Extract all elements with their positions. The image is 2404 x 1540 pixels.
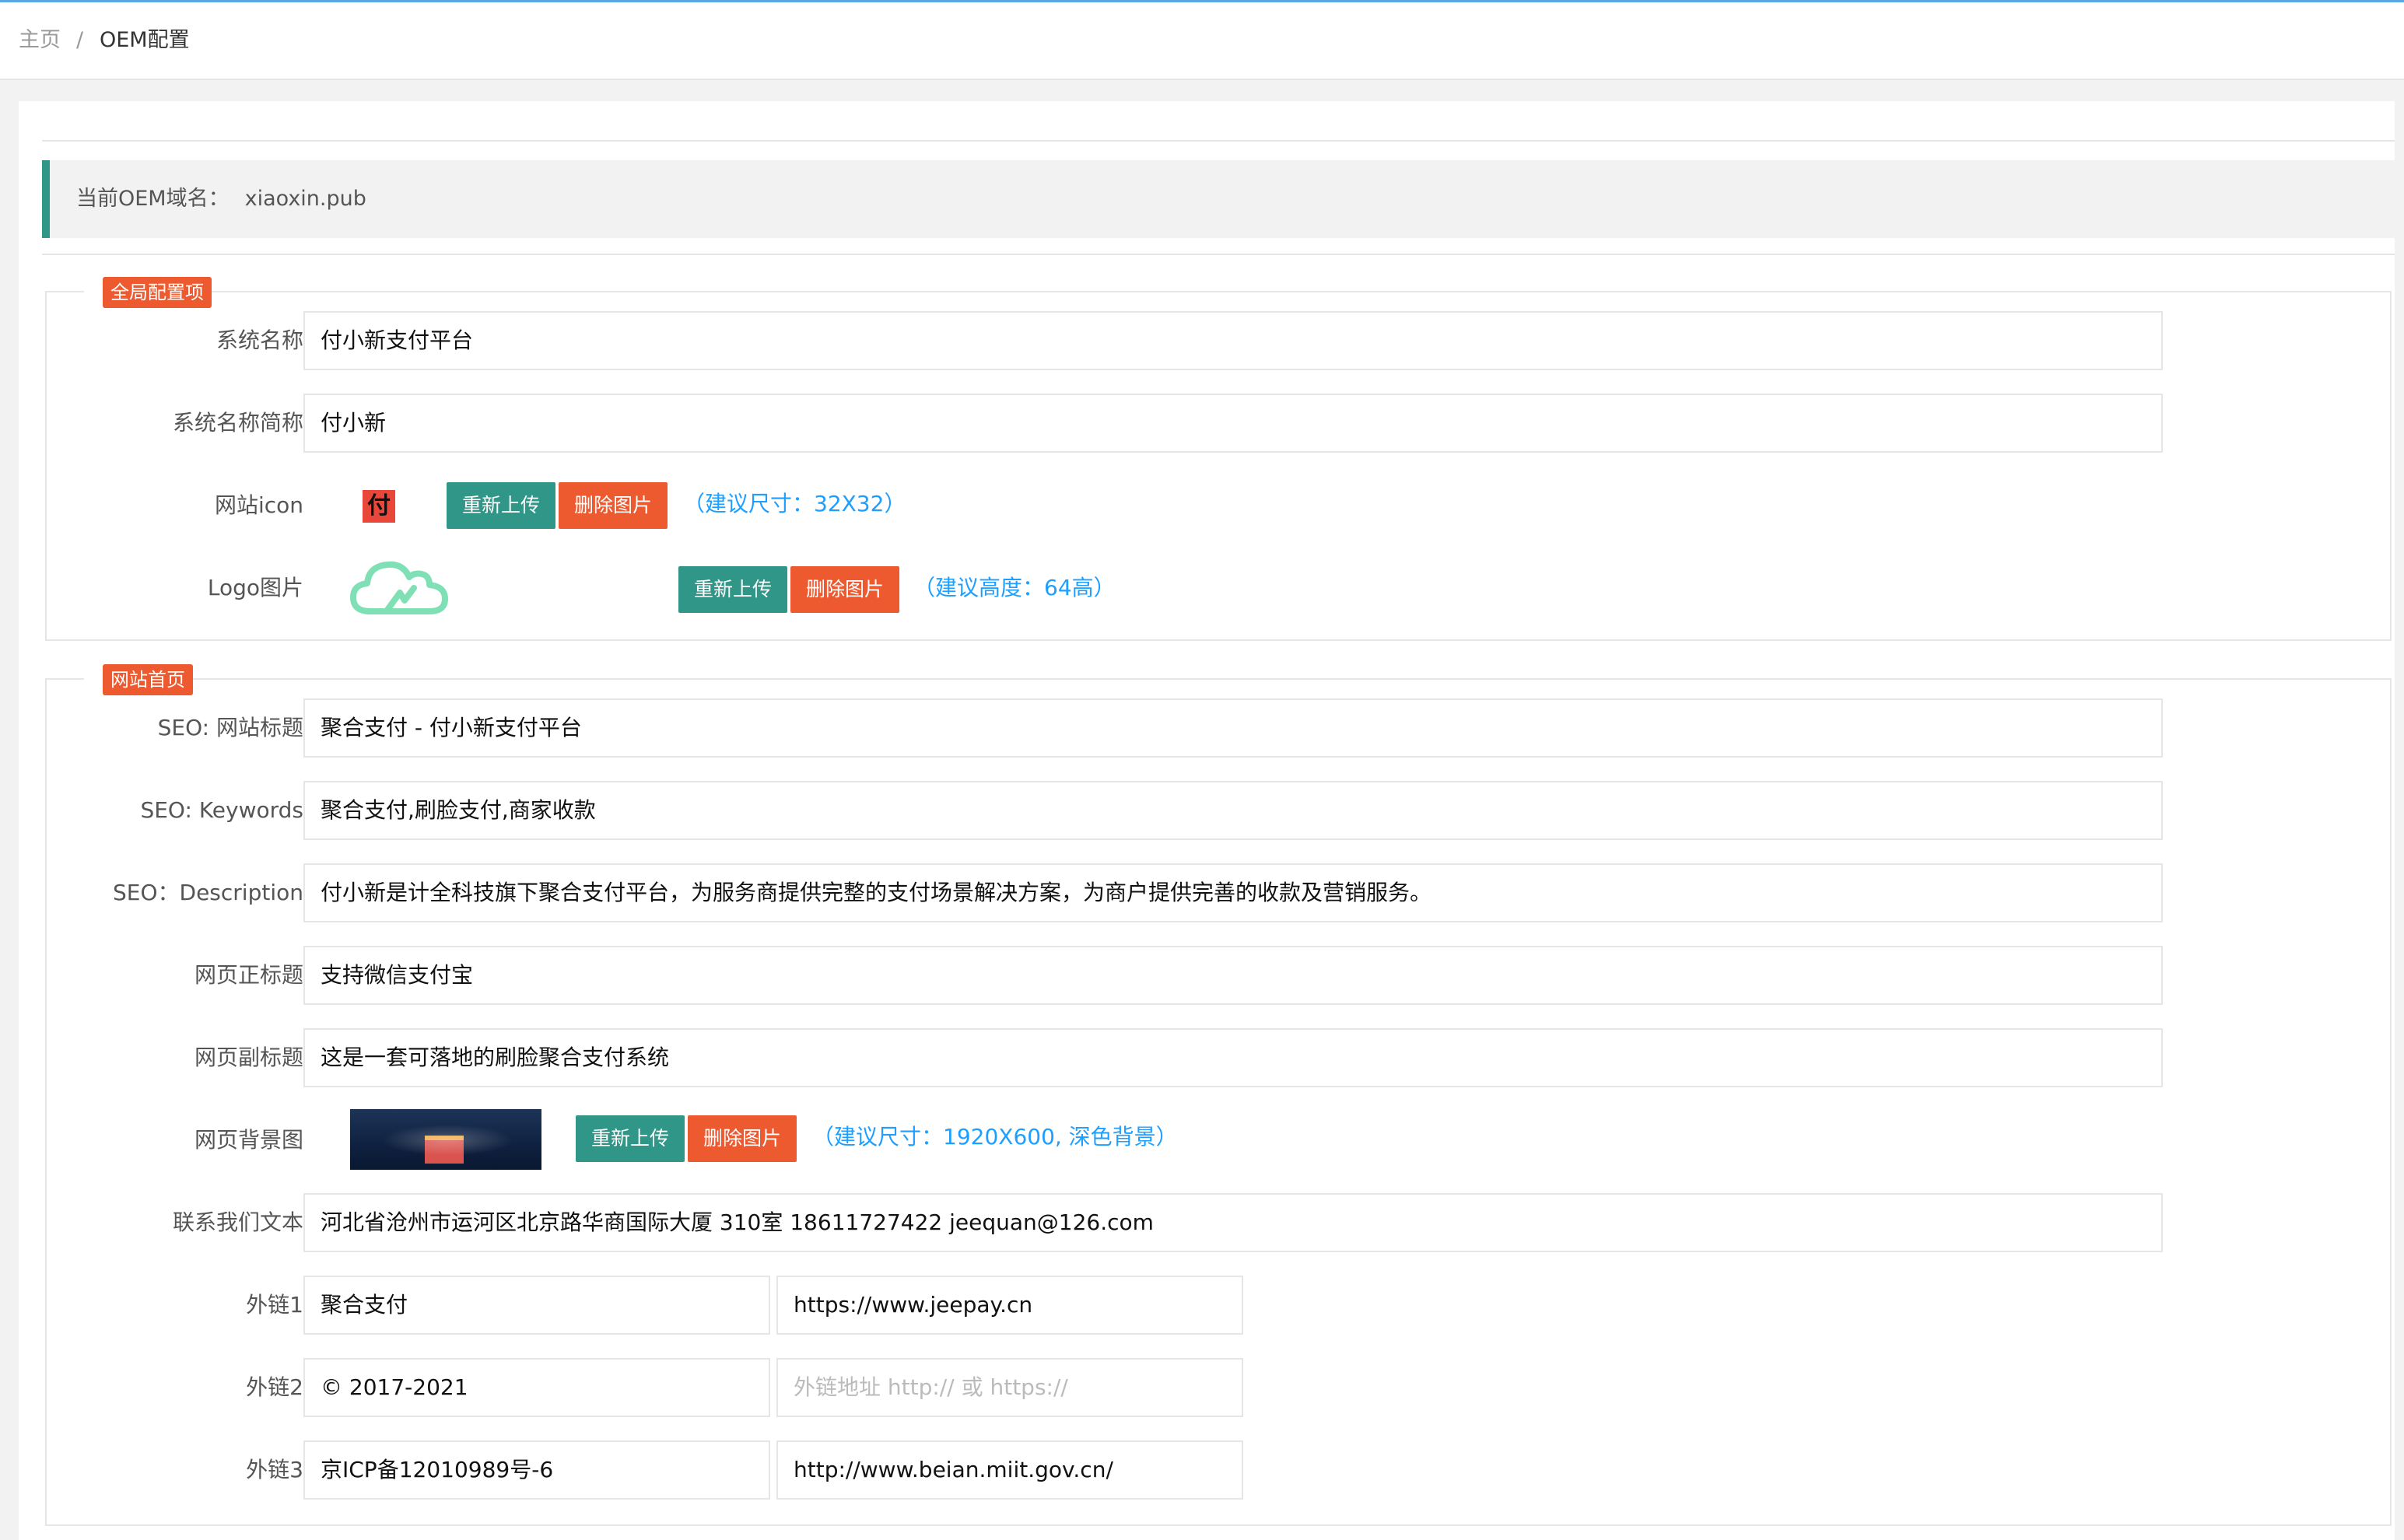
logo-size-hint: （建议高度：64高） — [913, 575, 1116, 600]
divider — [42, 140, 2395, 142]
link3-label: 外链3 — [246, 1457, 303, 1482]
icon-delete-button[interactable]: 删除图片 — [559, 482, 668, 529]
site-icon-preview: 付 — [363, 490, 395, 523]
contact-label: 联系我们文本 — [172, 1209, 303, 1235]
logo-delete-button[interactable]: 删除图片 — [790, 566, 900, 613]
breadcrumb-current: OEM配置 — [100, 28, 190, 52]
seo-description-label: SEO：Description — [113, 880, 303, 905]
page-subtitle-label: 网页副标题 — [194, 1045, 303, 1070]
link1-url-input[interactable]: https://www.jeepay.cn — [776, 1276, 1243, 1335]
link3-url-input[interactable]: http://www.beian.miit.gov.cn/ — [776, 1440, 1243, 1500]
breadcrumb-separator: / — [76, 28, 84, 52]
page-title-label: 网页正标题 — [194, 962, 303, 988]
link2-url-input[interactable]: 外链地址 http:// 或 https:// — [776, 1358, 1243, 1417]
link1-label: 外链1 — [246, 1292, 303, 1318]
icon-reupload-button[interactable]: 重新上传 — [447, 482, 556, 529]
system-name-label: 系统名称 — [216, 327, 303, 353]
background-image-preview — [350, 1109, 541, 1170]
seo-description-input[interactable]: 付小新是计全科技旗下聚合支付平台，为服务商提供完整的支付场景解决方案，为商户提供… — [303, 863, 2163, 922]
seo-keywords-label: SEO: Keywords — [140, 797, 303, 823]
system-short-input[interactable]: 付小新 — [303, 394, 2163, 453]
bg-image-label: 网页背景图 — [194, 1127, 303, 1153]
home-legend: 网站首页 — [103, 664, 193, 695]
config-card: 当前OEM域名： xiaoxin.pub 全局配置项 系统名称 付小新支付平台 系… — [19, 101, 2395, 1540]
cloud-logo-icon — [350, 561, 448, 614]
seo-keywords-input[interactable]: 聚合支付,刷脸支付,商家收款 — [303, 781, 2163, 840]
link2-label: 外链2 — [246, 1374, 303, 1400]
link3-name-input[interactable]: 京ICP备12010989号-6 — [303, 1440, 770, 1500]
seo-title-label: SEO: 网站标题 — [157, 715, 303, 740]
logo-label: Logo图片 — [207, 575, 303, 600]
system-short-label: 系统名称简称 — [172, 410, 303, 436]
global-legend: 全局配置项 — [103, 277, 212, 308]
domain-label: 当前OEM域名： — [76, 187, 230, 211]
icon-label: 网站icon — [214, 492, 303, 518]
global-legend-wrap: 全局配置项 — [84, 277, 212, 308]
domain-notice: 当前OEM域名： xiaoxin.pub — [42, 160, 2395, 238]
bg-size-hint: （建议尺寸：1920X600, 深色背景） — [812, 1124, 1178, 1150]
page-subtitle-input[interactable]: 这是一套可落地的刷脸聚合支付系统 — [303, 1028, 2163, 1087]
bg-reupload-button[interactable]: 重新上传 — [576, 1115, 685, 1162]
domain-value: xiaoxin.pub — [244, 187, 366, 211]
icon-size-hint: （建议尺寸：32X32） — [683, 491, 906, 516]
link1-name-input[interactable]: 聚合支付 — [303, 1276, 770, 1335]
contact-input[interactable]: 河北省沧州市运河区北京路华商国际大厦 310室 18611727422 jeeq… — [303, 1193, 2163, 1252]
bg-delete-button[interactable]: 删除图片 — [688, 1115, 797, 1162]
system-name-input[interactable]: 付小新支付平台 — [303, 311, 2163, 370]
home-legend-wrap: 网站首页 — [84, 664, 193, 695]
link2-name-input[interactable]: © 2017-2021 — [303, 1358, 770, 1417]
seo-title-input[interactable]: 聚合支付 - 付小新支付平台 — [303, 698, 2163, 758]
page-title-input[interactable]: 支持微信支付宝 — [303, 946, 2163, 1005]
logo-reupload-button[interactable]: 重新上传 — [678, 566, 788, 613]
breadcrumb: 主页 / OEM配置 — [0, 2, 2404, 80]
breadcrumb-home[interactable]: 主页 — [19, 2, 61, 79]
divider — [42, 254, 2395, 255]
